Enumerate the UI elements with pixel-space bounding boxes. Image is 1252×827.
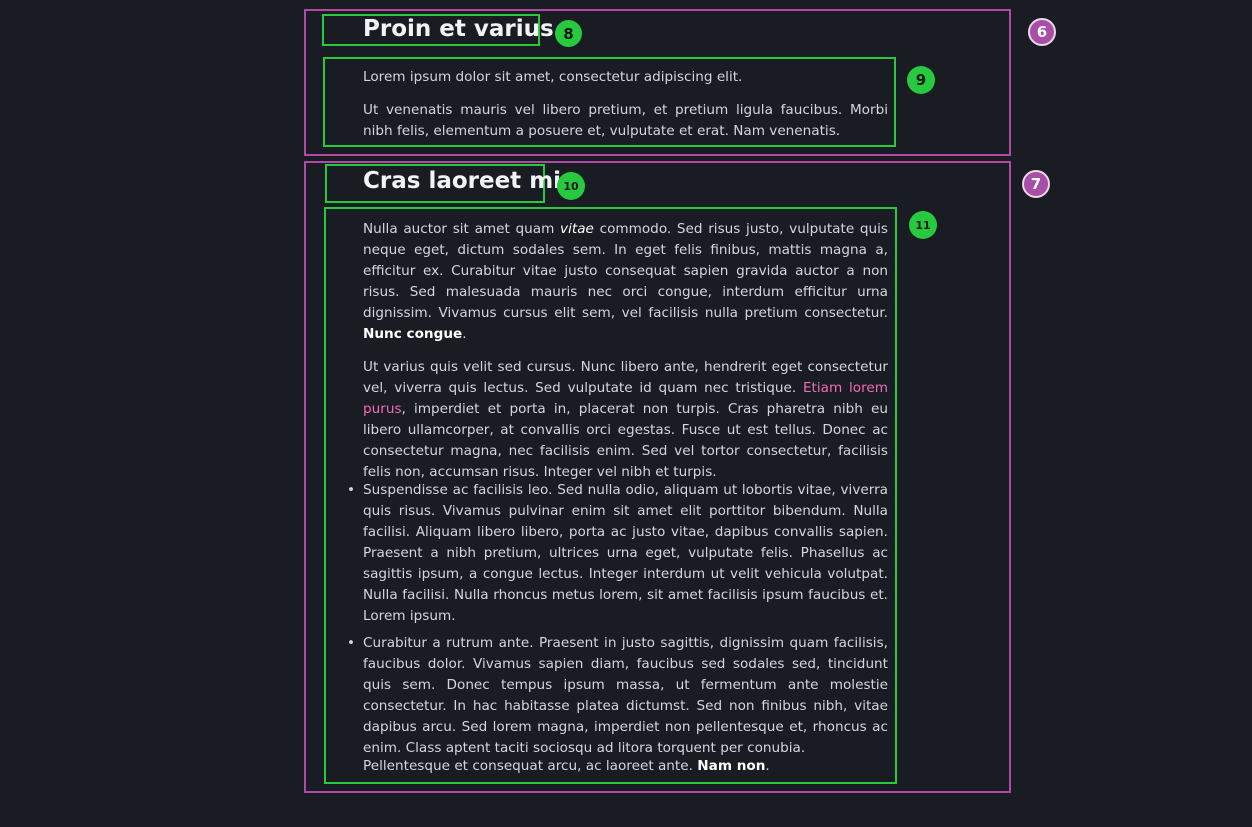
closing-paragraph: Pellentesque et consequat arcu, ac laore… <box>363 756 888 777</box>
paragraph: Nulla auctor sit amet quam vitae commodo… <box>363 221 888 342</box>
list-item: • Curabitur a rutrum ante. Praesent in ju… <box>347 635 888 756</box>
strong: Nam non <box>697 758 766 774</box>
bullet-list: • Suspendisse ac facilisis leo. Sed nulla… <box>347 480 888 759</box>
heading-proin-et-varius: Proin et varius <box>363 16 554 42</box>
paragraph: Pellentesque et consequat arcu, ac laore… <box>363 758 770 774</box>
paragraph: Lorem ipsum dolor sit amet, consectetur … <box>363 69 743 85</box>
content-badge-11: 11 <box>909 211 937 239</box>
heading-badge-10: 10 <box>557 172 585 200</box>
list-item: • Suspendisse ac facilisis leo. Sed nulla… <box>347 482 888 624</box>
content-cras: Nulla auctor sit amet quam vitae commodo… <box>363 219 888 483</box>
section-badge-6: 6 <box>1028 18 1056 46</box>
heading-badge-8: 8 <box>555 20 582 47</box>
paragraph: Ut venenatis mauris vel libero pretium, … <box>363 102 888 139</box>
content-proin: Lorem ipsum dolor sit amet, consectetur … <box>363 67 888 142</box>
strong: Nunc congue <box>363 326 463 342</box>
emphasis: vitae <box>560 221 594 237</box>
heading-cras-laoreet-mi: Cras laoreet mi <box>363 168 562 194</box>
content-badge-9: 9 <box>907 66 935 94</box>
bullet-marker: • <box>347 635 356 651</box>
section-badge-7: 7 <box>1022 170 1050 198</box>
paragraph: Ut varius quis velit sed cursus. Nunc li… <box>363 359 888 480</box>
bullet-marker: • <box>347 482 356 498</box>
